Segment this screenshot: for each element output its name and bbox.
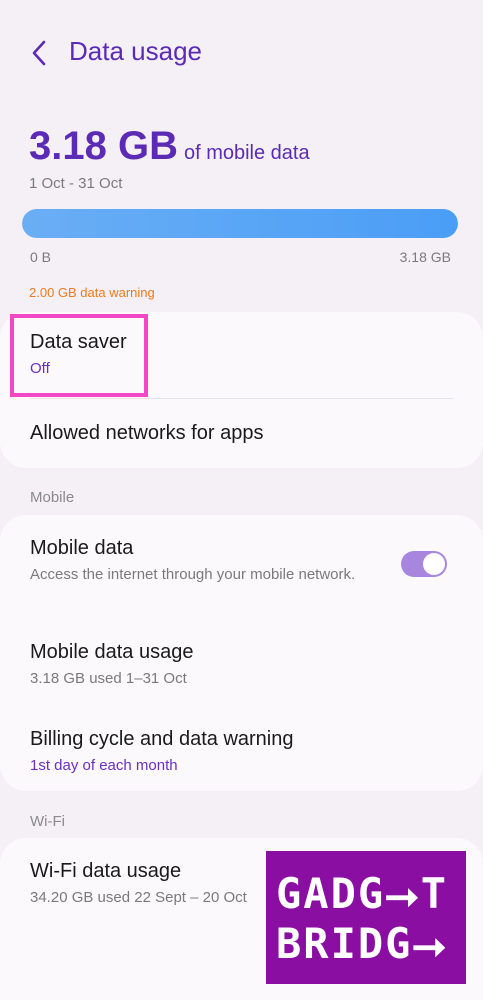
app-header: Data usage xyxy=(0,0,483,105)
bar-min-label: 0 B xyxy=(30,249,52,265)
toggle-knob xyxy=(423,553,445,575)
mobile-data-usage-sub: 3.18 GB used 1–31 Oct xyxy=(30,670,187,687)
usage-summary: 3.18 GB of mobile data xyxy=(29,124,310,169)
mobile-data-usage-title: Mobile data usage xyxy=(30,641,194,663)
usage-period: 1 Oct - 31 Oct xyxy=(29,175,123,192)
chevron-left-icon[interactable] xyxy=(28,38,52,68)
mobile-data-description: Access the internet through your mobile … xyxy=(30,566,356,583)
mobile-data-item[interactable]: Mobile data Access the internet through … xyxy=(30,537,373,584)
gadget-bridge-logo: GADG⭢T BRIDG⭢ xyxy=(266,851,466,984)
usage-of-label: of mobile data xyxy=(183,142,310,164)
section-header-wifi: Wi-Fi xyxy=(30,813,65,830)
usage-progress-fill xyxy=(22,209,458,238)
logo-text-line1: GADG⭢T xyxy=(276,869,449,918)
mobile-data-title: Mobile data xyxy=(30,537,134,559)
usage-amount: 3.18 GB xyxy=(29,124,178,168)
highlight-box xyxy=(10,314,148,397)
logo-text-line2: BRIDG⭢ xyxy=(276,919,449,968)
billing-cycle-title: Billing cycle and data warning xyxy=(30,728,294,750)
divider xyxy=(30,398,453,399)
page-title: Data usage xyxy=(69,36,202,66)
mobile-data-usage-item[interactable]: Mobile data usage 3.18 GB used 1–31 Oct xyxy=(30,641,453,688)
allowed-networks-title: Allowed networks for apps xyxy=(30,422,264,444)
bar-max-label: 3.18 GB xyxy=(399,249,451,265)
data-warning-label: 2.00 GB data warning xyxy=(29,285,155,300)
allowed-networks-item[interactable]: Allowed networks for apps xyxy=(30,422,453,445)
billing-cycle-item[interactable]: Billing cycle and data warning 1st day o… xyxy=(30,728,453,775)
billing-cycle-sub: 1st day of each month xyxy=(30,757,178,774)
usage-progress-bar xyxy=(22,209,458,238)
section-header-mobile: Mobile xyxy=(30,489,75,506)
mobile-data-toggle[interactable] xyxy=(401,551,447,577)
